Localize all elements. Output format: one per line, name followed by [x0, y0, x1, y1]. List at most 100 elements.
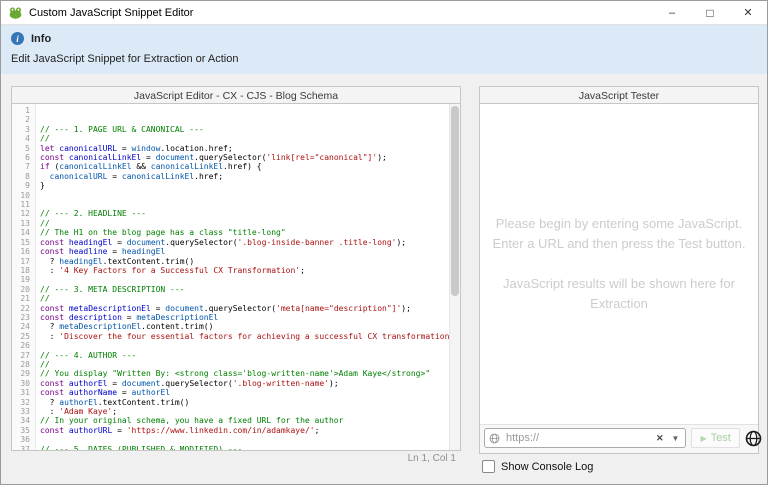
- code-line: if (canonicalLinkEl && canonicalLinkEl.h…: [40, 162, 449, 171]
- line-number: 24: [12, 322, 30, 331]
- code-line: : '4 Key Factors for a Successful CX Tra…: [40, 266, 449, 275]
- clear-url-icon[interactable]: ✕: [654, 433, 666, 444]
- editor-gutter: 1234567891011121314151617181920212223242…: [12, 104, 36, 450]
- code-line: [40, 115, 449, 124]
- line-number: 6: [12, 153, 30, 162]
- line-number: 1: [12, 106, 30, 115]
- code-line: const description = metaDescriptionEl: [40, 313, 449, 322]
- code-line: //: [40, 219, 449, 228]
- show-console-log-checkbox[interactable]: [482, 460, 495, 473]
- line-number: 35: [12, 426, 30, 435]
- line-number: 36: [12, 435, 30, 444]
- code-line: [40, 341, 449, 350]
- line-number: 21: [12, 294, 30, 303]
- tester-placeholder-line: Enter a URL and then press the Test butt…: [493, 234, 746, 254]
- line-number: 17: [12, 257, 30, 266]
- code-line: }: [40, 181, 449, 190]
- line-number: 20: [12, 285, 30, 294]
- code-line: // You display "Written By: <strong clas…: [40, 369, 449, 378]
- line-number: 2: [12, 115, 30, 124]
- code-line: // --- 2. HEADLINE ---: [40, 209, 449, 218]
- tester-panel-header: JavaScript Tester: [479, 86, 759, 104]
- minimize-button[interactable]: –: [653, 1, 691, 24]
- code-line: ? metaDescriptionEl.content.trim(): [40, 322, 449, 331]
- line-number: 10: [12, 191, 30, 200]
- line-number: 8: [12, 172, 30, 181]
- info-icon: i: [11, 32, 24, 45]
- line-number: 15: [12, 238, 30, 247]
- line-number: 33: [12, 407, 30, 416]
- code-line: // --- 5. DATES (PUBLISHED & MODIFIED) -…: [40, 445, 449, 450]
- line-number: 34: [12, 416, 30, 425]
- test-button-label: Test: [711, 432, 731, 444]
- play-icon: ▶: [700, 434, 706, 443]
- line-number: 22: [12, 304, 30, 313]
- info-banner: i Info Edit JavaScript Snippet for Extra…: [1, 24, 767, 74]
- cursor-position: Ln 1, Col 1: [408, 453, 456, 464]
- code-line: const authorEl = document.querySelector(…: [40, 379, 449, 388]
- titlebar: Custom JavaScript Snippet Editor – □ ✕: [1, 1, 767, 24]
- code-line: [40, 435, 449, 444]
- console-log-row: Show Console Log: [479, 460, 759, 473]
- line-number: 16: [12, 247, 30, 256]
- line-number: 23: [12, 313, 30, 322]
- code-line: const authorName = authorEl: [40, 388, 449, 397]
- line-number: 13: [12, 219, 30, 228]
- code-line: // --- 4. AUTHOR ---: [40, 351, 449, 360]
- line-number: 27: [12, 351, 30, 360]
- code-line: let canonicalURL = window.location.href;: [40, 144, 449, 153]
- open-in-browser-globe-icon[interactable]: [745, 430, 762, 447]
- code-line: // --- 1. PAGE URL & CANONICAL ---: [40, 125, 449, 134]
- line-number: 5: [12, 144, 30, 153]
- app-frog-icon: [8, 5, 23, 20]
- code-line: ? authorEl.textContent.trim(): [40, 398, 449, 407]
- editor-panel: JavaScript Editor - CX - CJS - Blog Sche…: [11, 86, 461, 467]
- line-number: 3: [12, 125, 30, 134]
- code-editor[interactable]: 1234567891011121314151617181920212223242…: [11, 103, 461, 451]
- tester-placeholder-line: [493, 254, 746, 274]
- line-number: 19: [12, 275, 30, 284]
- code-line: [40, 275, 449, 284]
- line-number: 11: [12, 200, 30, 209]
- tester-results-area: Please begin by entering some JavaScript…: [480, 104, 758, 424]
- globe-icon: [489, 433, 500, 444]
- code-line: // In your original schema, you have a f…: [40, 416, 449, 425]
- editor-code[interactable]: // --- 1. PAGE URL & CANONICAL --- // let …: [36, 104, 449, 450]
- editor-panel-header: JavaScript Editor - CX - CJS - Blog Sche…: [11, 86, 461, 104]
- line-number: 25: [12, 332, 30, 341]
- code-line: const canonicalLinkEl = document.querySe…: [40, 153, 449, 162]
- url-input-group[interactable]: ✕ ▼: [484, 428, 686, 448]
- close-button[interactable]: ✕: [729, 1, 767, 24]
- line-number: 9: [12, 181, 30, 190]
- test-button[interactable]: ▶ Test: [691, 428, 739, 448]
- tester-placeholder-line: Please begin by entering some JavaScript…: [493, 214, 746, 234]
- tester-placeholder-line: JavaScript results will be shown here fo…: [493, 274, 746, 294]
- line-number: 30: [12, 379, 30, 388]
- code-line: const headingEl = document.querySelector…: [40, 238, 449, 247]
- line-number: 32: [12, 398, 30, 407]
- editor-scrollbar[interactable]: [449, 104, 460, 450]
- code-line: : 'Discover the four essential factors f…: [40, 332, 449, 341]
- tester-panel: JavaScript Tester Please begin by enteri…: [479, 86, 759, 473]
- maximize-button[interactable]: □: [691, 1, 729, 24]
- line-number: 7: [12, 162, 30, 171]
- tester-placeholder: Please begin by entering some JavaScript…: [485, 214, 754, 314]
- code-line: const metaDescriptionEl = document.query…: [40, 304, 449, 313]
- code-line: [40, 106, 449, 115]
- info-description: Edit JavaScript Snippet for Extraction o…: [11, 53, 757, 65]
- custom-js-snippet-editor-window: Custom JavaScript Snippet Editor – □ ✕ i…: [0, 0, 768, 485]
- code-line: [40, 200, 449, 209]
- url-input[interactable]: [504, 431, 650, 445]
- tester-box: Please begin by entering some JavaScript…: [479, 103, 759, 454]
- code-line: const authorURL = 'https://www.linkedin.…: [40, 426, 449, 435]
- line-number: 14: [12, 228, 30, 237]
- line-number: 28: [12, 360, 30, 369]
- window-title: Custom JavaScript Snippet Editor: [29, 7, 193, 19]
- line-number: 26: [12, 341, 30, 350]
- editor-scrollbar-thumb[interactable]: [451, 106, 459, 296]
- tester-placeholder-line: Extraction: [493, 294, 746, 314]
- editor-statusbar: Ln 1, Col 1: [11, 451, 461, 467]
- window-controls: – □ ✕: [653, 1, 767, 24]
- line-number: 29: [12, 369, 30, 378]
- url-dropdown-icon[interactable]: ▼: [670, 434, 682, 443]
